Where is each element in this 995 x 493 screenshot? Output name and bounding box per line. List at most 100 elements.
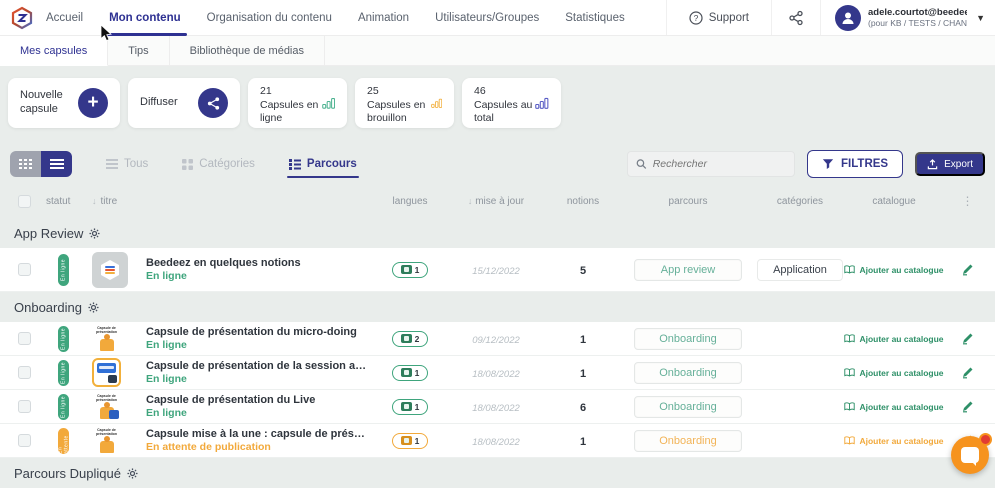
bar-chart-icon [431, 95, 442, 111]
updated-date: 09/12/2022 [472, 335, 520, 346]
tab-bibliotheque-de-medias[interactable]: Bibliothèque de médias [170, 36, 325, 66]
add-to-catalogue-link[interactable]: Ajouter au catalogue [844, 436, 943, 446]
notions-count: 5 [580, 265, 586, 277]
nav-organisation-du-contenu[interactable]: Organisation du contenu [207, 2, 332, 34]
languages-pill[interactable]: 2 [392, 331, 429, 347]
capsule-status: En ligne [146, 270, 370, 282]
stat-capsules-au-total[interactable]: 46 Capsules au total [462, 78, 561, 128]
parcours-pill[interactable]: Onboarding [634, 396, 742, 418]
parcours-pill[interactable]: App review [634, 259, 742, 281]
capsule-thumbnail[interactable]: Capsule de présentation [92, 324, 121, 353]
edit-pencil-icon[interactable] [961, 332, 974, 345]
capsule-title[interactable]: Capsule de présentation du micro-doing [146, 326, 370, 338]
nav-utilisateurs-groupes[interactable]: Utilisateurs/Groupes [435, 2, 539, 34]
row-checkbox[interactable] [18, 263, 31, 276]
capsule-thumbnail[interactable]: Capsule de présentation [92, 426, 121, 455]
sort-maj-icon[interactable]: ↓ [468, 196, 473, 206]
beedeez-logo-icon[interactable] [10, 6, 34, 30]
parcours-pill[interactable]: Onboarding [634, 362, 742, 384]
chevron-down-icon[interactable]: ▼ [976, 13, 985, 23]
filter-parcours[interactable]: Parcours [287, 152, 359, 176]
cards-row: Nouvelle capsule + Diffuser 21 Capsules … [0, 66, 995, 138]
search-input[interactable] [653, 158, 786, 170]
columns-menu-icon[interactable]: ⋮ [962, 194, 974, 208]
sort-titre-icon[interactable]: ↓ [92, 196, 97, 206]
add-to-catalogue-link[interactable]: Ajouter au catalogue [844, 334, 943, 344]
add-to-catalogue-link[interactable]: Ajouter au catalogue [844, 265, 943, 275]
user-meta: adele.courtot@beedeez.com (pour KB / TES… [868, 7, 967, 28]
chat-launcher-button[interactable] [951, 436, 989, 474]
nav-mon-contenu[interactable]: Mon contenu [109, 2, 181, 34]
diffuser-label: Diffuser [140, 96, 178, 110]
edit-pencil-icon[interactable] [961, 263, 974, 276]
capsule-thumbnail[interactable]: Capsule de présentation [92, 392, 121, 421]
filter-categories[interactable]: Catégories [180, 152, 257, 176]
add-to-catalogue-link[interactable]: Ajouter au catalogue [844, 402, 943, 412]
parcours-pill[interactable]: Onboarding [634, 328, 742, 350]
book-icon [844, 368, 855, 377]
languages-pill[interactable]: 1 [392, 433, 429, 449]
capsule-title[interactable]: Capsule de présentation de la session av… [146, 360, 370, 372]
nav-animation[interactable]: Animation [358, 2, 409, 34]
row-checkbox[interactable] [18, 434, 31, 447]
header-statut: statut [34, 196, 92, 207]
person-icon [840, 10, 856, 26]
header-langues: langues [370, 196, 450, 207]
section-settings-gear-icon[interactable] [88, 302, 99, 313]
grid-view-button[interactable] [10, 151, 41, 177]
languages-pill[interactable]: 1 [392, 262, 429, 278]
stat-capsules-en-ligne[interactable]: 21 Capsules en ligne [248, 78, 347, 128]
chat-bubble-icon [961, 447, 979, 463]
funnel-icon [822, 158, 834, 170]
capsule-thumbnail[interactable] [92, 358, 121, 387]
capsule-title[interactable]: Capsule mise à la une : capsule de prése… [146, 428, 370, 440]
edit-pencil-icon[interactable] [961, 400, 974, 413]
share-icon[interactable] [198, 88, 228, 118]
capsule-title[interactable]: Capsule de présentation du Live [146, 394, 370, 406]
support-button[interactable]: ? Support [666, 0, 771, 35]
section-settings-gear-icon[interactable] [89, 228, 100, 239]
stat-capsules-en-brouillon[interactable]: 25 Capsules en brouillon [355, 78, 454, 128]
nav-statistiques[interactable]: Statistiques [565, 2, 624, 34]
nav-accueil[interactable]: Accueil [46, 2, 83, 34]
select-all-checkbox[interactable] [18, 195, 31, 208]
add-to-catalogue-link[interactable]: Ajouter au catalogue [844, 368, 943, 378]
tab-mes-capsules[interactable]: Mes capsules [0, 36, 108, 66]
topbar-right: ? Support adele.courtot@beedeez.com [666, 0, 995, 35]
list-view-button[interactable] [41, 151, 72, 177]
plus-icon[interactable]: + [78, 88, 108, 118]
table-row: En ligne Beedeez en quelques notions En … [0, 248, 995, 292]
section-settings-gear-icon[interactable] [127, 468, 138, 479]
notification-badge [979, 433, 992, 446]
language-flag-icon [401, 368, 412, 377]
edit-pencil-icon[interactable] [961, 366, 974, 379]
row-checkbox[interactable] [18, 400, 31, 413]
book-icon [844, 436, 855, 445]
categorie-pill[interactable]: Application [757, 259, 843, 281]
top-navigation-bar: Accueil Mon contenu Organisation du cont… [0, 0, 995, 36]
tab-tips[interactable]: Tips [108, 36, 169, 66]
tabs-filler [325, 36, 995, 66]
parcours-pill[interactable]: Onboarding [634, 430, 742, 452]
user-menu[interactable]: adele.courtot@beedeez.com (pour KB / TES… [820, 0, 995, 35]
capsule-title[interactable]: Beedeez en quelques notions [146, 257, 370, 269]
user-email: adele.courtot@beedeez.com [868, 7, 967, 18]
languages-pill[interactable]: 1 [392, 399, 429, 415]
filter-categories-label: Catégories [199, 158, 255, 170]
header-notions: notions [542, 196, 624, 207]
row-checkbox[interactable] [18, 366, 31, 379]
section-onboarding-title: Onboarding [14, 300, 82, 315]
languages-pill[interactable]: 1 [392, 365, 429, 381]
export-icon [927, 159, 938, 170]
row-checkbox[interactable] [18, 332, 31, 345]
export-label: Export [944, 159, 973, 170]
diffuser-button[interactable]: Diffuser [128, 78, 240, 128]
nouvelle-capsule-button[interactable]: Nouvelle capsule + [8, 78, 120, 128]
filter-tous[interactable]: Tous [104, 152, 150, 176]
export-button[interactable]: Export [915, 152, 985, 176]
org-switcher-button[interactable] [771, 0, 820, 35]
filtres-button[interactable]: FILTRES [807, 150, 903, 178]
capsule-status: En attente de publication [146, 441, 370, 453]
support-label: Support [709, 12, 749, 24]
capsule-thumbnail[interactable] [92, 252, 128, 288]
